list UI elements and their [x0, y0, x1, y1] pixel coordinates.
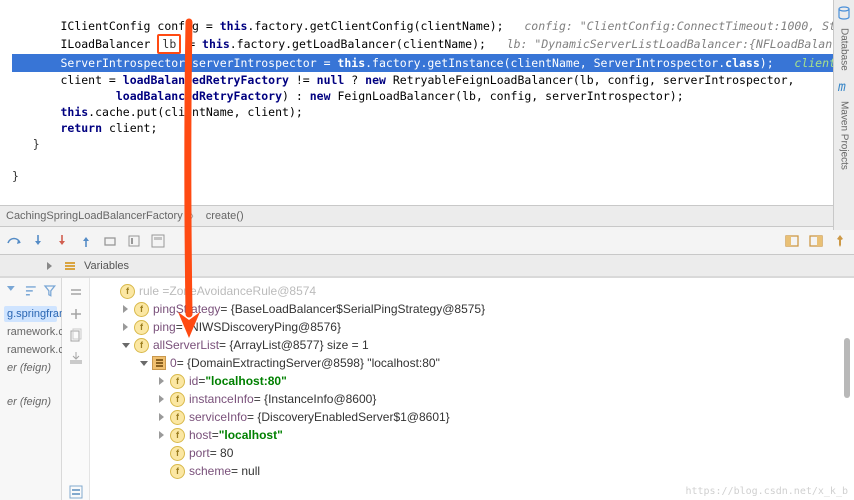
code-line: ILoadBalancer lb = this.factory.getLoadB… — [12, 37, 854, 51]
code-line: IClientConfig config = this.factory.getC… — [12, 19, 854, 33]
var-row[interactable]: fhost = "localhost" — [96, 426, 854, 444]
var-row[interactable]: fscheme = null — [96, 462, 854, 480]
field-icon: f — [170, 428, 185, 443]
drop-frame-icon[interactable] — [102, 233, 118, 249]
add-watch-icon[interactable] — [68, 306, 84, 322]
step-into-icon[interactable] — [30, 233, 46, 249]
var-row[interactable]: 0 = {DomainExtractingServer@8598} "local… — [96, 354, 854, 372]
chevron-right-icon[interactable] — [156, 411, 168, 423]
chevron-right-icon[interactable] — [120, 303, 132, 315]
frame[interactable]: ramework.c — [4, 324, 57, 340]
code-line: client = loadBalancedRetryFactory != nul… — [12, 73, 794, 87]
breadcrumb-class[interactable]: CachingSpringLoadBalancerFactory — [6, 210, 183, 222]
pin-icon[interactable] — [832, 233, 848, 249]
toggle-icon[interactable] — [68, 284, 84, 300]
svg-text:m: m — [837, 80, 846, 93]
stack-icon — [64, 260, 76, 272]
current-exec-line: ServerIntrospector serverIntrospector = … — [12, 54, 854, 72]
code-line — [12, 153, 19, 167]
run-to-cursor-icon[interactable] — [126, 233, 142, 249]
chevron-right-icon: 〉 — [189, 208, 200, 224]
var-row[interactable]: fallServerList = {ArrayList@8577} size =… — [96, 336, 854, 354]
code-line: } — [12, 169, 19, 183]
field-icon: f — [170, 464, 185, 479]
var-row[interactable]: frule = ZoneAvoidanceRule@8574 — [96, 282, 854, 300]
variables-panel-header: Variables — [0, 255, 854, 277]
field-icon: f — [134, 320, 149, 335]
restore-layout-icon[interactable] — [784, 233, 800, 249]
field-icon: f — [134, 338, 149, 353]
step-over-icon[interactable] — [6, 233, 22, 249]
debug-toolbar — [0, 227, 854, 255]
code-editor[interactable]: IClientConfig config = this.factory.getC… — [0, 0, 854, 205]
database-icon[interactable] — [837, 6, 851, 20]
debugger-body: g.springfram ramework.c ramework.cl er (… — [0, 277, 854, 500]
evaluate-icon[interactable] — [150, 233, 166, 249]
field-icon: f — [170, 410, 185, 425]
scrollbar-thumb[interactable] — [844, 338, 850, 398]
settings-icon[interactable] — [808, 233, 824, 249]
funnel-icon[interactable] — [43, 284, 57, 298]
field-icon: f — [170, 446, 185, 461]
lb-highlight: lb — [157, 34, 181, 54]
chevron-right-icon[interactable] — [120, 321, 132, 333]
frame[interactable]: er (feign) — [4, 360, 57, 376]
maven-icon[interactable]: m — [837, 79, 851, 93]
variables-tree[interactable]: frule = ZoneAvoidanceRule@8574 fpingStra… — [90, 278, 854, 500]
frame[interactable]: ramework.cl — [4, 342, 57, 358]
watermark: https://blog.csdn.net/x_k_b — [685, 486, 848, 497]
var-row[interactable]: fserviceInfo = {DiscoveryEnabledServer$1… — [96, 408, 854, 426]
force-step-into-icon[interactable] — [54, 233, 70, 249]
var-row[interactable]: fport = 80 — [96, 444, 854, 462]
breadcrumb-method[interactable]: create() — [206, 210, 244, 222]
object-icon — [152, 356, 166, 370]
code-line: return client; — [12, 121, 157, 135]
database-tab-label[interactable]: Database — [839, 28, 850, 71]
field-icon: f — [170, 374, 185, 389]
frame-selected[interactable]: g.springfram — [4, 306, 57, 322]
var-row[interactable]: finstanceInfo = {InstanceInfo@8600} — [96, 390, 854, 408]
frame[interactable]: er (feign) — [4, 394, 57, 410]
var-row[interactable]: fpingStrategy = {BaseLoadBalancer$Serial… — [96, 300, 854, 318]
vars-gutter — [62, 278, 90, 500]
right-tool-tabs: Database m Maven Projects — [833, 0, 854, 230]
code-line: } — [12, 137, 40, 151]
frames-panel: g.springfram ramework.c ramework.cl er (… — [0, 278, 62, 500]
field-icon: f — [120, 284, 135, 299]
breadcrumb: CachingSpringLoadBalancerFactory 〉 creat… — [0, 205, 854, 227]
chevron-down-icon[interactable] — [120, 339, 132, 351]
app-root: Database m Maven Projects IClientConfig … — [0, 0, 854, 500]
field-icon: f — [170, 392, 185, 407]
field-icon: f — [134, 302, 149, 317]
view-mode-icon[interactable] — [68, 484, 84, 500]
collapse-icon[interactable] — [68, 350, 84, 366]
copy-icon[interactable] — [68, 328, 84, 344]
code-line: this.cache.put(clientName, client); — [12, 105, 303, 119]
maven-tab-label[interactable]: Maven Projects — [839, 101, 850, 170]
chevron-down-icon[interactable] — [138, 357, 150, 369]
code-line: loadBalancedRetryFactory) : new FeignLoa… — [12, 89, 684, 103]
var-row[interactable]: fid = "localhost:80" — [96, 372, 854, 390]
step-out-icon[interactable] — [78, 233, 94, 249]
var-row-ping[interactable]: fping = {NIWSDiscoveryPing@8576} — [96, 318, 854, 336]
chevron-right-icon[interactable] — [156, 375, 168, 387]
chevron-right-icon[interactable] — [156, 429, 168, 441]
sort-icon[interactable] — [24, 284, 38, 298]
chevron-right-icon[interactable] — [156, 393, 168, 405]
variables-label: Variables — [84, 260, 129, 272]
filter-icon[interactable] — [4, 284, 18, 298]
arrow-right-icon[interactable] — [44, 260, 56, 272]
